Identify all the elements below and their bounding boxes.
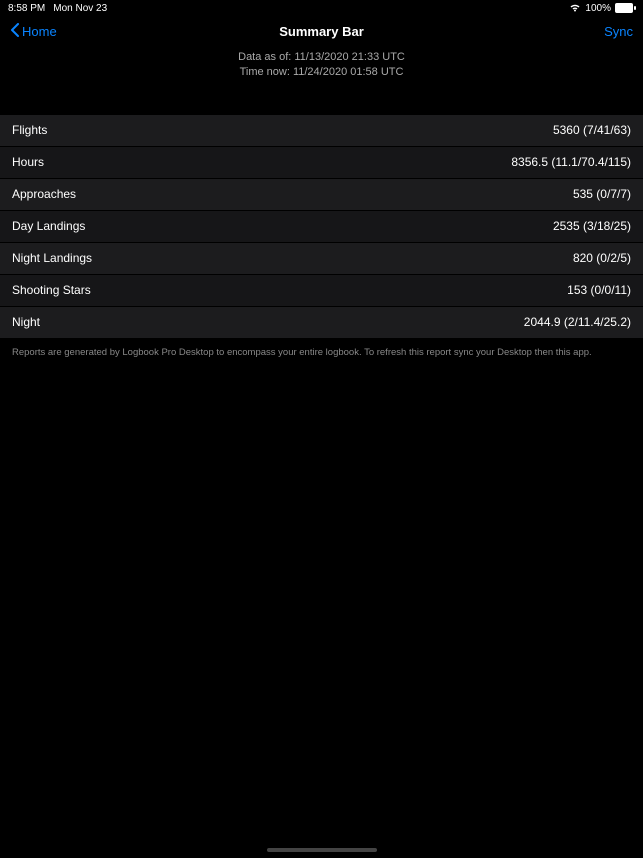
wifi-icon: [569, 3, 581, 13]
row-value: 2044.9 (2/11.4/25.2): [524, 315, 631, 329]
home-indicator: [267, 848, 377, 852]
list-row[interactable]: Approaches 535 (0/7/7): [0, 179, 643, 211]
data-as-of-text: Data as of: 11/13/2020 21:33 UTC: [0, 50, 643, 65]
status-right: 100%: [569, 3, 635, 14]
row-value: 2535 (3/18/25): [553, 219, 631, 233]
list-row[interactable]: Hours 8356.5 (11.1/70.4/115): [0, 147, 643, 179]
nav-back-button[interactable]: Home: [10, 23, 57, 40]
page-title: Summary Bar: [279, 24, 364, 39]
battery-icon: [615, 3, 635, 13]
row-label: Hours: [12, 155, 44, 169]
status-time: 8:58 PM: [8, 3, 45, 14]
row-label: Approaches: [12, 187, 76, 201]
status-bar: 8:58 PM Mon Nov 23 100%: [0, 0, 643, 16]
summary-list: Flights 5360 (7/41/63) Hours 8356.5 (11.…: [0, 115, 643, 339]
list-row[interactable]: Night 2044.9 (2/11.4/25.2): [0, 307, 643, 339]
row-value: 820 (0/2/5): [573, 251, 631, 265]
row-label: Flights: [12, 123, 47, 137]
nav-back-label: Home: [22, 24, 57, 39]
time-now-text: Time now: 11/24/2020 01:58 UTC: [0, 65, 643, 80]
row-label: Day Landings: [12, 219, 85, 233]
row-label: Night: [12, 315, 40, 329]
list-row[interactable]: Night Landings 820 (0/2/5): [0, 243, 643, 275]
row-label: Shooting Stars: [12, 283, 91, 297]
header-info: Data as of: 11/13/2020 21:33 UTC Time no…: [0, 46, 643, 89]
sync-button[interactable]: Sync: [604, 24, 633, 39]
row-value: 5360 (7/41/63): [553, 123, 631, 137]
row-value: 8356.5 (11.1/70.4/115): [511, 155, 631, 169]
footer-note: Reports are generated by Logbook Pro Des…: [0, 339, 643, 366]
status-left: 8:58 PM Mon Nov 23: [8, 3, 107, 14]
status-battery-pct: 100%: [585, 3, 611, 14]
row-value: 153 (0/0/11): [567, 283, 631, 297]
status-date: Mon Nov 23: [53, 3, 107, 14]
chevron-left-icon: [10, 23, 20, 40]
list-row[interactable]: Shooting Stars 153 (0/0/11): [0, 275, 643, 307]
row-label: Night Landings: [12, 251, 92, 265]
row-value: 535 (0/7/7): [573, 187, 631, 201]
nav-bar: Home Summary Bar Sync: [0, 16, 643, 46]
list-row[interactable]: Day Landings 2535 (3/18/25): [0, 211, 643, 243]
list-row[interactable]: Flights 5360 (7/41/63): [0, 115, 643, 147]
